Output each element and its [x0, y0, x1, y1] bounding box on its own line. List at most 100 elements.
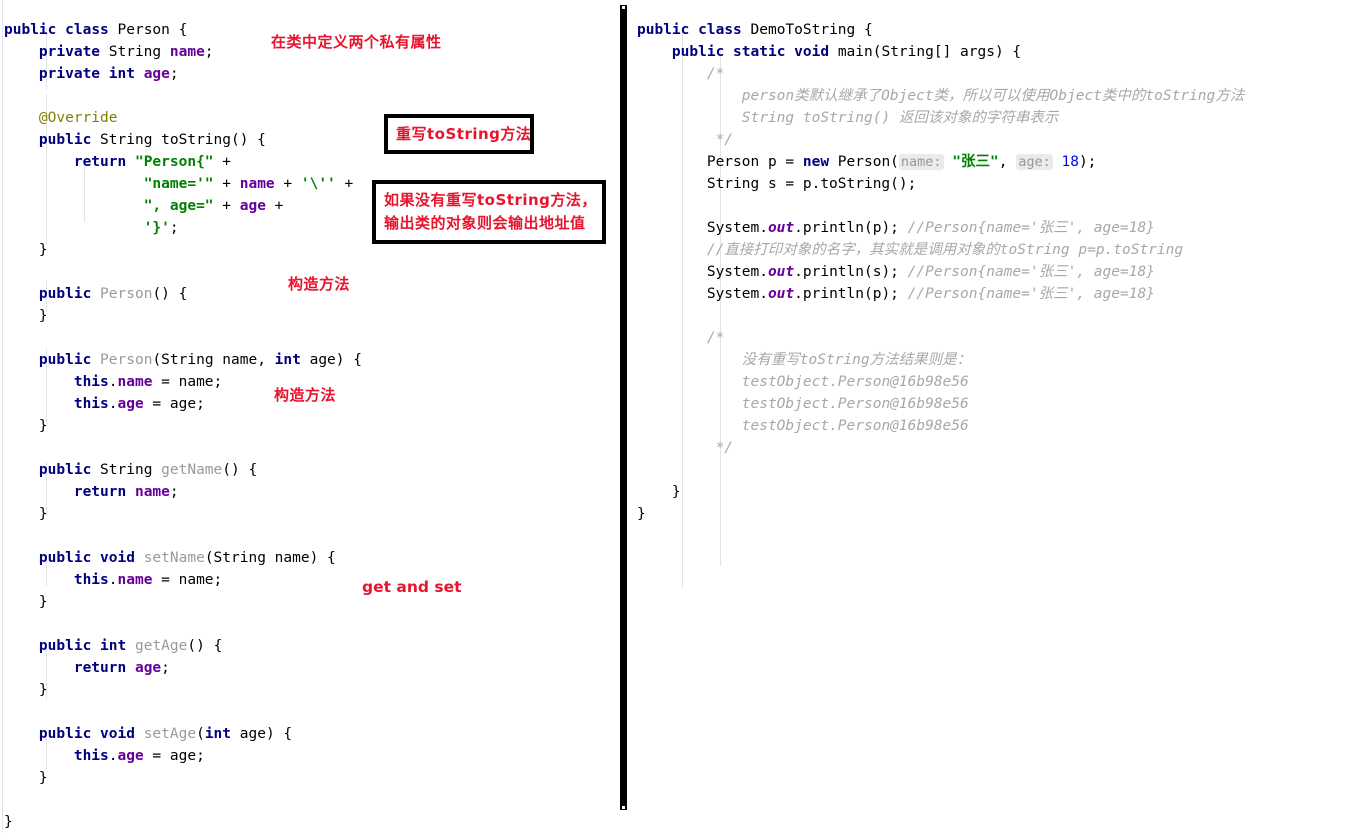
code-token-pln [126, 660, 135, 676]
code-token-kw: private [38, 43, 101, 60]
code-token-pln: + [274, 175, 301, 192]
code-line: testObject.Person@16b98e56 [637, 415, 1244, 437]
code-token-pln [91, 638, 100, 654]
code-token-kw: int [204, 725, 232, 742]
code-line: } [4, 591, 362, 613]
code-token-kw: int [108, 65, 135, 82]
code-token-pln: .println(p); [794, 285, 908, 302]
code-line: } [4, 305, 362, 327]
code-token-kw: public [637, 21, 690, 38]
code-token-fld: age [117, 747, 144, 764]
code-line: */ [637, 437, 1244, 459]
code-line: @Override [4, 107, 362, 129]
code-token-pln: (String name) { [204, 549, 336, 566]
right-code-pane[interactable]: public class DemoToString { public stati… [631, 0, 1369, 833]
code-token-pln [637, 242, 707, 258]
code-token-pln: () { [152, 285, 188, 302]
code-line: } [4, 679, 362, 701]
code-token-pln [91, 352, 100, 368]
callout-no-override-address: 如果没有重写toString方法， 输出类的对象则会输出地址值 [372, 180, 606, 244]
code-token-pln: ( [196, 725, 205, 742]
code-line: /* [637, 63, 1244, 85]
code-token-cmt: testObject.Person@16b98e56 [741, 395, 969, 412]
callout-override-tostring: 重写toString方法 [384, 114, 534, 154]
divider-handle-top[interactable] [621, 5, 626, 10]
code-token-cmt: /* [706, 329, 725, 346]
code-token-cmt: //Person{name='张三', age=18} [907, 285, 1155, 302]
code-token-pln: } [4, 417, 48, 434]
code-token-pln [689, 22, 698, 38]
code-token-pln [56, 22, 65, 38]
code-token-pln [4, 176, 144, 192]
code-line: public String getName() { [4, 459, 362, 481]
code-token-pln [637, 88, 742, 104]
code-token-pln [4, 66, 39, 82]
code-token-pln [4, 44, 39, 60]
code-token-cmt: /* [706, 65, 725, 82]
right-source-code[interactable]: public class DemoToString { public stati… [631, 15, 1244, 525]
code-token-kw: int [100, 637, 127, 654]
code-token-pln [135, 550, 144, 566]
code-line: System.out.println(p); //Person{name='张三… [637, 283, 1244, 305]
code-line: ", age=" + age + [4, 195, 362, 217]
code-token-pln [724, 44, 733, 60]
code-token-pln: + [213, 197, 240, 214]
code-token-mth: Person [100, 351, 153, 368]
code-token-pln [4, 462, 39, 478]
code-token-pln: Person { [108, 21, 188, 38]
code-token-pln: String [91, 461, 162, 478]
code-token-pln: (String name, [152, 351, 275, 368]
code-token-pln: System. [637, 219, 768, 236]
code-token-pln: ; [204, 43, 214, 60]
code-line: /* [637, 327, 1244, 349]
code-token-pln [91, 286, 100, 302]
code-token-pln [126, 484, 135, 500]
code-token-pln [637, 132, 716, 148]
code-token-str: ", age=" [143, 197, 214, 214]
code-token-kw: public [38, 549, 92, 566]
code-token-str: '\'' [300, 175, 336, 192]
code-token-pln: Person p = [637, 153, 803, 170]
code-token-pln [100, 66, 109, 82]
code-token-pln [785, 44, 794, 60]
code-line: System.out.println(p); //Person{name='张三… [637, 217, 1244, 239]
code-token-kw: static [733, 43, 786, 60]
code-token-pln [637, 110, 742, 126]
code-token-fld: age [143, 65, 170, 82]
code-token-fld: name [169, 43, 205, 60]
code-token-pln: } [4, 241, 48, 258]
code-line: this.age = age; [4, 745, 362, 767]
code-token-pln: age) { [231, 725, 293, 742]
code-line: } [4, 811, 362, 833]
code-token-pln: . [108, 571, 118, 588]
code-token-str: "Person{" [134, 153, 214, 170]
code-token-pln [4, 572, 74, 588]
annotation-fields-note: 在类中定义两个私有属性 [271, 33, 442, 51]
code-token-kw: void [794, 43, 830, 60]
code-line: String s = p.toString(); [637, 173, 1244, 195]
code-token-pln: () { [187, 637, 223, 654]
code-token-kw: return [73, 153, 127, 170]
code-token-fld: age [117, 395, 144, 412]
code-line: return "Person{" + [4, 151, 362, 173]
code-token-fld: name [134, 483, 170, 500]
code-line: public void setAge(int age) { [4, 723, 362, 745]
code-token-kw: public [671, 43, 725, 60]
left-source-code[interactable]: public class Person { private String nam… [0, 15, 362, 833]
code-token-mth: setName [143, 549, 205, 566]
code-token-pln: = name; [152, 373, 223, 390]
code-token-pln: } [4, 681, 48, 698]
code-token-pln: } [637, 483, 681, 500]
code-line: public static void main(String[] args) { [637, 41, 1244, 63]
code-token-pln [91, 726, 100, 742]
divider-handle-bottom[interactable] [621, 805, 626, 810]
code-token-pln: DemoToString { [741, 21, 873, 38]
code-token-cmt: //直接打印对象的名字，其实就是调用对象的toString p=p.toStri… [706, 241, 1184, 258]
code-token-mth: setAge [143, 725, 197, 742]
code-token-pln: main(String[] args) { [829, 43, 1022, 60]
pane-divider[interactable] [620, 5, 627, 810]
code-token-pln: System. [637, 285, 768, 302]
